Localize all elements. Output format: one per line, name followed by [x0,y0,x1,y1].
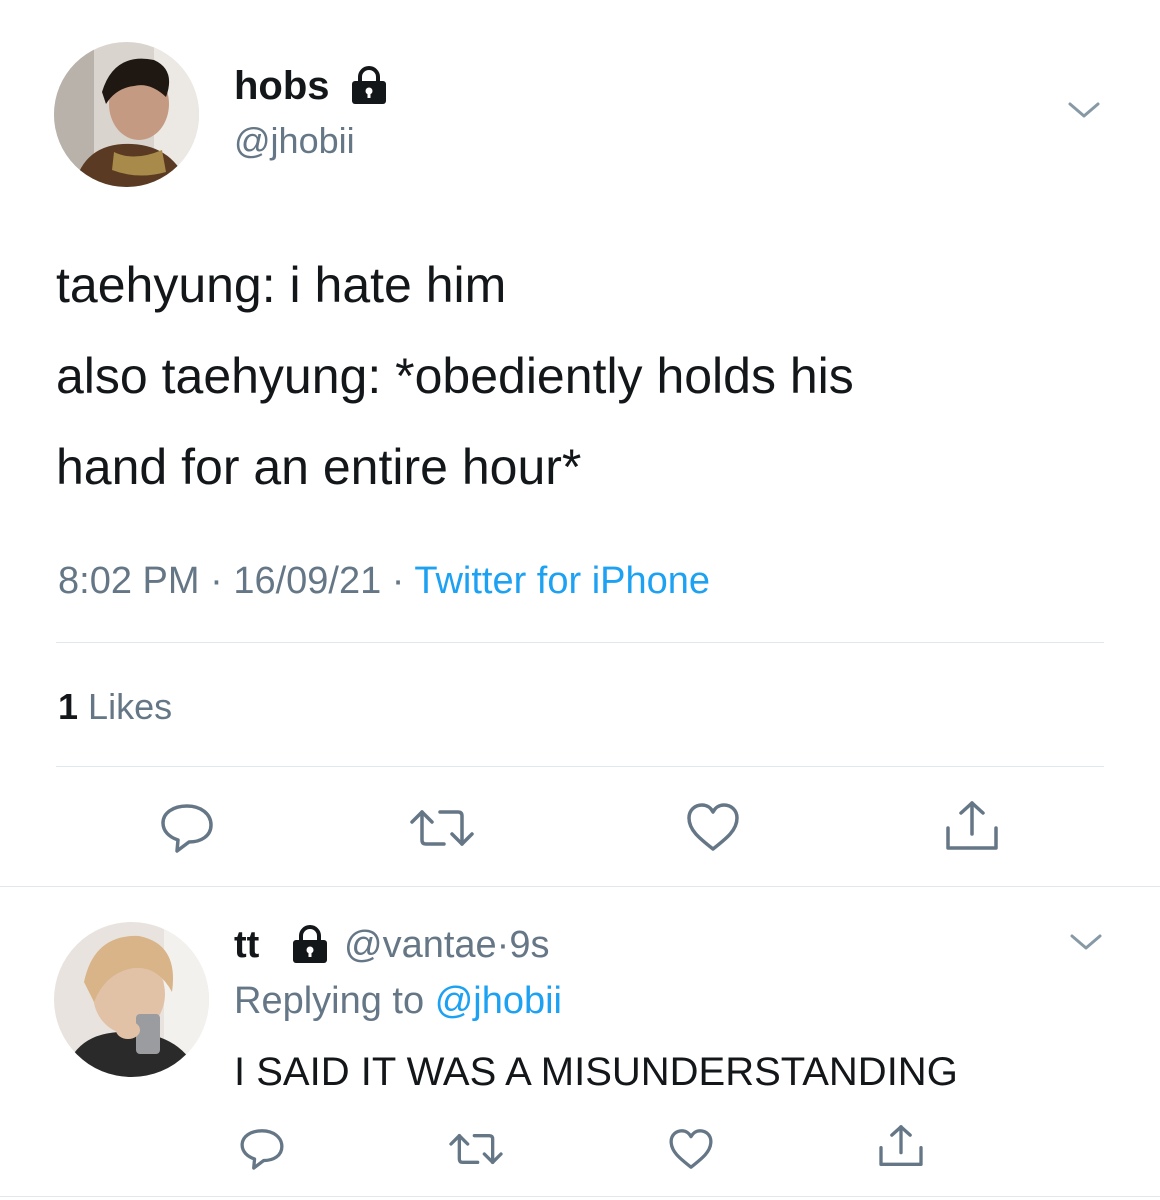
likes-stat[interactable]: 1 Likes [58,686,172,728]
replying-to-label: Replying to [234,980,425,1022]
reply-display-name[interactable]: tt [234,924,259,967]
main-tweet-handle[interactable]: @jhobii [234,120,355,162]
replying-to: Replying to @jhobii [234,980,562,1023]
tweet-text-line: also taehyung: *obediently holds his [56,348,854,404]
tweet-meta: 8:02 PM · 16/09/21 · Twitter for iPhone [58,560,710,603]
tweet-source-link[interactable]: Twitter for iPhone [414,560,710,602]
meta-separator: · [210,560,223,602]
likes-count: 1 [58,686,79,727]
lock-icon [347,65,391,105]
tweet-time[interactable]: 8:02 PM [58,560,200,602]
chevron-down-icon[interactable] [1068,930,1104,954]
reply-header-meta: @vantae·9s [344,924,549,967]
meta-separator: · [391,560,405,602]
share-icon[interactable] [876,1122,926,1170]
divider [0,1196,1160,1197]
tweet-text-line: hand for an entire hour* [56,439,582,495]
tweet-text-line: taehyung: i hate him [56,257,507,313]
retweet-icon[interactable] [406,806,478,850]
reply-avatar[interactable] [54,922,209,1077]
divider [56,642,1104,643]
like-icon[interactable] [684,800,742,854]
share-icon[interactable] [942,798,1002,854]
chevron-down-icon[interactable] [1066,98,1102,122]
reply-text: I SAID IT WAS A MISUNDERSTANDING [234,1050,958,1094]
main-tweet-avatar[interactable] [54,42,199,187]
divider [0,886,1160,887]
lock-icon [288,924,332,964]
reply-icon[interactable] [238,1126,286,1172]
meta-separator: · [496,924,510,966]
like-icon[interactable] [667,1126,715,1172]
reply-timestamp[interactable]: 9s [509,924,549,966]
likes-label: Likes [88,686,173,727]
tweet-date[interactable]: 16/09/21 [233,560,381,602]
main-tweet-text: taehyung: i hate him also taehyung: *obe… [56,240,854,513]
main-tweet-display-name[interactable]: hobs [234,64,330,109]
retweet-icon[interactable] [446,1130,506,1168]
replying-to-handle[interactable]: @jhobii [435,980,562,1022]
reply-handle[interactable]: @vantae [344,924,497,966]
reply-icon[interactable] [158,801,216,855]
divider [56,766,1104,767]
